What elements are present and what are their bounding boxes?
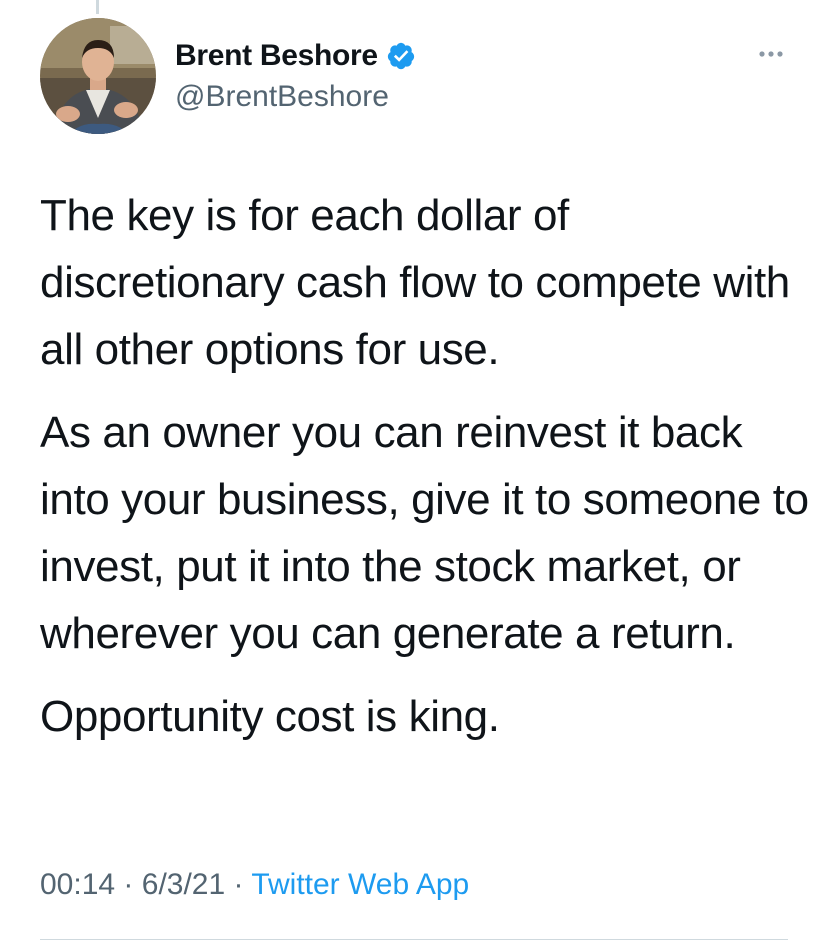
author-name-row: Brent Beshore [175, 36, 416, 76]
tweet-paragraph: The key is for each dollar of discretion… [40, 191, 790, 374]
tweet-text: The key is for each dollar of discretion… [40, 182, 810, 766]
tweet-paragraph: As an owner you can reinvest it back int… [40, 408, 809, 658]
profile-photo [40, 18, 156, 134]
meta-separator: · [123, 868, 134, 901]
divider [40, 939, 788, 940]
author-handle[interactable]: @BrentBeshore [175, 80, 389, 114]
more-options-icon[interactable] [754, 40, 788, 74]
tweet-paragraph: Opportunity cost is king. [40, 692, 500, 741]
tweet-time[interactable]: 00:14 [40, 868, 115, 901]
verified-badge-icon [386, 41, 416, 71]
thread-connector-line [96, 0, 99, 14]
tweet-date[interactable]: 6/3/21 [142, 868, 225, 901]
avatar[interactable] [40, 18, 156, 134]
meta-separator: · [233, 868, 244, 901]
tweet-metadata: 00:14 · 6/3/21 · Twitter Web App [40, 868, 469, 902]
tweet-source-link[interactable]: Twitter Web App [251, 868, 469, 901]
author-display-name[interactable]: Brent Beshore [175, 39, 378, 73]
